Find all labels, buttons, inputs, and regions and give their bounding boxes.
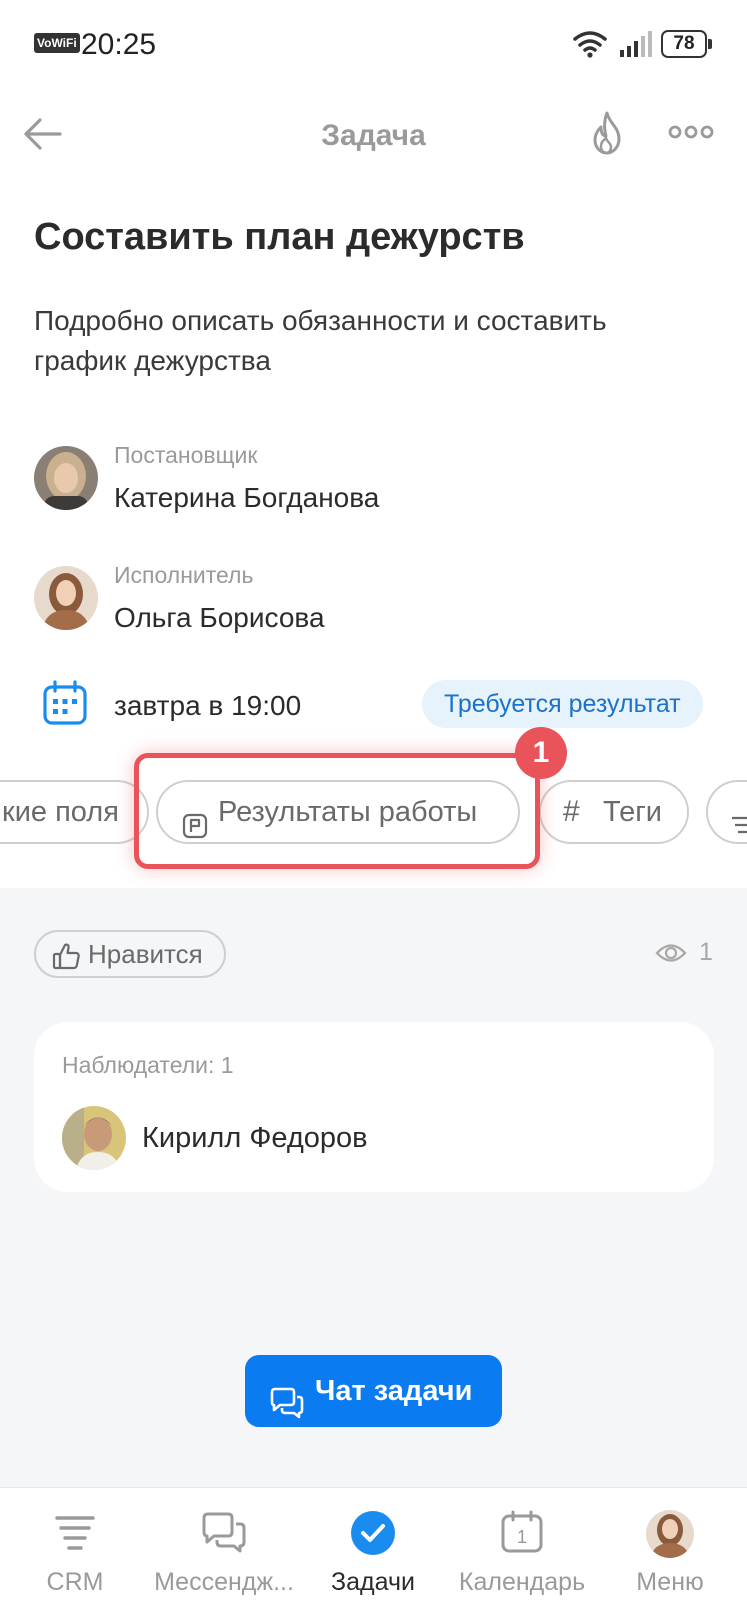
chip-more[interactable] [706,780,747,844]
assignee-name: Ольга Борисова [114,602,325,633]
assignee-role-label: Исполнитель [114,562,254,588]
wifi-icon [573,30,607,63]
signal-icon [619,30,653,63]
status-bar: VoWiFi 20:25 78 [0,0,747,90]
watchers-label: Наблюдатели: 1 [62,1052,234,1078]
chip-tags[interactable]: # Теги [539,780,689,844]
tab-menu-label: Меню [636,1568,704,1596]
task-chat-label: Чат задачи [315,1375,473,1407]
views-count: 1 [699,938,713,966]
step-number-badge: 1 [515,727,567,779]
tab-crm[interactable]: CRM [20,1488,130,1620]
chip-custom-fields[interactable]: кие поля [0,780,149,844]
deadline-text: завтра в 19:00 [114,690,302,721]
vowifi-indicator: VoWiFi [34,33,80,53]
chip-custom-fields-label: кие поля [2,796,119,828]
watchers-card: Наблюдатели: 1 Кирилл Федоров [34,1022,714,1192]
flame-icon [593,111,621,155]
like-label: Нравится [88,939,203,969]
tab-tasks[interactable]: Задачи [318,1488,428,1620]
calendar-icon: 1 [500,1510,544,1559]
creator-name: Катерина Богданова [114,482,380,513]
avatar [34,446,98,510]
assignee-row[interactable]: Исполнитель Ольга Борисова [34,562,684,636]
task-description: Подробно описать обязанности и составить… [34,305,607,376]
tab-calendar[interactable]: 1 Календарь [450,1488,594,1620]
avatar [62,1106,126,1170]
hash-icon: # [563,795,580,828]
creator-role-label: Постановщик [114,442,258,468]
calendar-day-number: 1 [517,1527,527,1547]
avatar [34,566,98,630]
eye-icon [655,942,687,969]
tab-menu[interactable]: Меню [620,1488,720,1620]
highlight-frame [134,753,540,869]
watcher-name: Кирилл Федоров [142,1122,368,1154]
tab-messenger-label: Мессендж... [154,1568,294,1596]
deadline-row[interactable]: завтра в 19:00 Требуется результат [34,680,714,730]
tab-calendar-label: Календарь [458,1568,586,1596]
calendar-icon [42,680,88,731]
chip-tags-label: Теги [603,796,662,828]
result-required-badge: Требуется результат [422,680,703,728]
tasks-check-icon [350,1510,396,1561]
tab-tasks-label: Задачи [331,1568,415,1596]
watcher-item[interactable]: Кирилл Федоров [62,1106,662,1170]
menu-avatar-icon [646,1510,694,1563]
task-title: Составить план дежурств [34,216,525,258]
page-title: Задача [321,119,426,152]
messenger-icon [200,1510,248,1559]
thumbs-up-icon [52,940,82,984]
creator-row[interactable]: Постановщик Катерина Богданова [34,442,684,516]
app-header: Задача [0,95,747,175]
task-chat-button[interactable]: Чат задачи [245,1355,502,1427]
battery-icon: 78 [661,30,713,58]
battery-level: 78 [673,33,695,54]
views-counter: 1 [655,938,725,972]
more-options-button[interactable] [668,117,714,147]
list-icon [730,800,747,846]
tab-crm-label: CRM [46,1568,104,1596]
more-dots-icon [668,125,714,139]
chat-bubbles-icon [269,1375,305,1447]
tab-messenger[interactable]: Мессендж... [146,1488,302,1620]
status-time: 20:25 [81,28,157,61]
like-button[interactable]: Нравится [34,930,226,978]
bottom-tab-bar: CRM Мессендж... Задачи 1 Календарь Меню [0,1487,747,1620]
crm-funnel-icon [53,1510,97,1559]
flame-button[interactable] [585,109,629,157]
